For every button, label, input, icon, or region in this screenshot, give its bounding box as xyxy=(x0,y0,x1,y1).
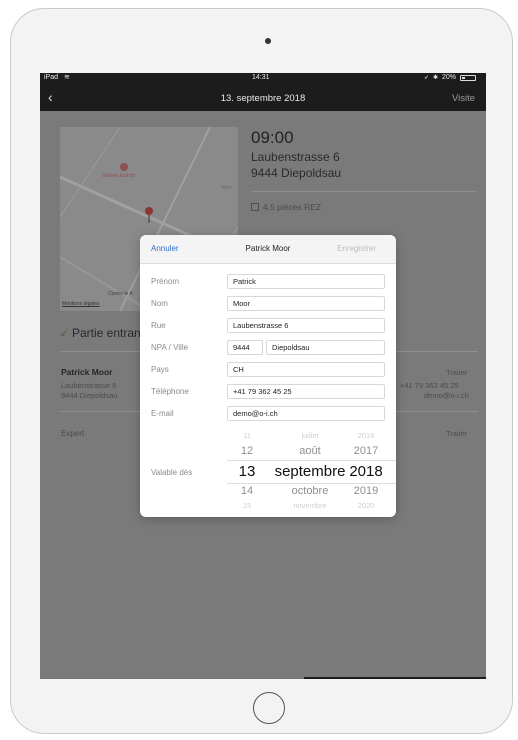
bluetooth-icon: ✱ xyxy=(433,75,439,81)
picker-month[interactable]: septembre xyxy=(266,463,354,480)
street-field[interactable]: Laubenstrasse 6 xyxy=(227,318,385,333)
edit-expert-button[interactable]: Traiter xyxy=(446,429,467,438)
country-field[interactable]: CH xyxy=(227,362,385,377)
bottom-indicator xyxy=(304,677,486,679)
picker-day[interactable]: 12 xyxy=(228,445,266,457)
status-time: 14:31 xyxy=(252,74,270,81)
battery-icon xyxy=(460,75,476,81)
picker-row[interactable]: 14 octobre 2019 xyxy=(140,485,396,499)
edit-person-button[interactable]: Traiter xyxy=(446,368,467,377)
phone-field[interactable]: +41 79 362 45 25 xyxy=(227,384,385,399)
wifi-icon: ≋ xyxy=(64,74,70,81)
picker-year[interactable]: 2020 xyxy=(346,501,386,510)
street-label: Rue xyxy=(151,321,166,330)
first-name-field[interactable]: Patrick xyxy=(227,274,385,289)
divider xyxy=(251,191,477,192)
poi-icon xyxy=(120,163,128,171)
expert-label: Expert xyxy=(61,429,85,438)
front-camera xyxy=(265,38,271,44)
home-button[interactable] xyxy=(253,692,285,724)
person-street: Laubenstrasse 6 xyxy=(61,381,117,390)
first-name-label: Prénom xyxy=(151,277,180,286)
status-bar: iPad ≋ 14:31 ➶ ✱ 20% xyxy=(40,73,486,85)
picker-year[interactable]: 2019 xyxy=(346,485,386,497)
screen: iPad ≋ 14:31 ➶ ✱ 20% ‹ 13. septembre 201… xyxy=(40,73,486,679)
picker-row[interactable]: 15 novembre 2020 xyxy=(140,501,396,511)
device-label: iPad xyxy=(44,74,59,81)
person-name: Patrick Moor xyxy=(61,367,113,377)
map-label-place2: Mon xyxy=(222,185,232,191)
picker-month[interactable]: octobre xyxy=(266,485,354,497)
modal-header: Annuler Patrick Moor Enregistrer xyxy=(140,235,396,264)
appointment-time: 09:00 xyxy=(251,128,294,147)
map-legal-link[interactable]: Mentions légales xyxy=(62,301,100,307)
picker-selection-top xyxy=(227,460,396,461)
person-email: demo@o-i.ch xyxy=(424,391,469,400)
picker-year[interactable]: 2017 xyxy=(346,445,386,457)
picker-month[interactable]: juillet xyxy=(266,431,354,440)
phone-label: Téléphone xyxy=(151,387,189,396)
last-name-field[interactable]: Moor xyxy=(227,296,385,311)
date-picker[interactable]: 11 juillet 2016 12 août 2017 13 septembr… xyxy=(140,429,396,517)
location-icon: ➶ xyxy=(424,75,430,81)
picker-day[interactable]: 15 xyxy=(228,501,266,510)
picker-day[interactable]: 11 xyxy=(228,431,266,440)
picker-day[interactable]: 13 xyxy=(228,463,266,480)
country-label: Pays xyxy=(151,365,169,374)
appointment-rooms: 4,5 pièces REZ xyxy=(263,202,322,212)
navigation-bar: ‹ 13. septembre 2018 Visite xyxy=(40,85,486,111)
incoming-arrow-icon: ↙ xyxy=(60,328,69,339)
battery-percent: 20% xyxy=(442,74,457,81)
picker-year[interactable]: 2018 xyxy=(346,463,386,480)
picker-month[interactable]: novembre xyxy=(266,501,354,510)
picker-row[interactable]: 12 août 2017 xyxy=(140,445,396,459)
email-field[interactable]: demo@o-i.ch xyxy=(227,406,385,421)
nav-title: 13. septembre 2018 xyxy=(220,93,306,104)
room-icon xyxy=(251,203,259,211)
visit-button[interactable]: Visite xyxy=(452,93,475,104)
map-label-place3: Centro le A xyxy=(108,291,133,297)
contact-edit-modal: Annuler Patrick Moor Enregistrer Prénom … xyxy=(140,235,396,517)
city-field[interactable]: Diepoldsau xyxy=(266,340,385,355)
picker-row-selected[interactable]: 13 septembre 2018 xyxy=(140,463,396,481)
email-label: E-mail xyxy=(151,409,174,418)
picker-month[interactable]: août xyxy=(266,445,354,457)
map-label-place1: Grünes Estrich xyxy=(102,173,136,179)
last-name-label: Nom xyxy=(151,299,168,308)
appointment-street: Laubenstrasse 6 xyxy=(251,150,340,164)
picker-year[interactable]: 2016 xyxy=(346,431,386,440)
zip-field[interactable]: 9444 xyxy=(227,340,263,355)
person-phone: +41 79 362 45 25 xyxy=(400,381,459,390)
map-pin-icon xyxy=(144,207,154,228)
picker-row[interactable]: 11 juillet 2016 xyxy=(140,431,396,441)
save-button[interactable]: Enregistrer xyxy=(337,244,376,253)
appointment-city: 9444 Diepoldsau xyxy=(251,166,342,180)
picker-day[interactable]: 14 xyxy=(228,485,266,497)
person-city: 9444 Diepoldsau xyxy=(61,391,118,400)
section-title: Partie entrante xyxy=(72,326,151,340)
zip-city-label: NPA / Ville xyxy=(151,343,189,352)
picker-selection-bottom xyxy=(227,483,396,484)
